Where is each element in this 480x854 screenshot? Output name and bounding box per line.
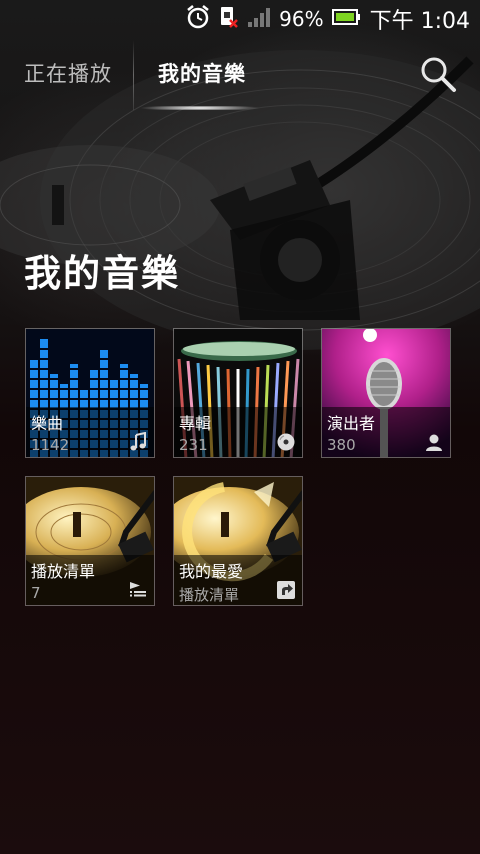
active-tab-indicator <box>140 106 260 110</box>
tile-count: 380 <box>327 436 356 454</box>
search-button[interactable] <box>418 54 458 94</box>
tile-title: 我的最愛 <box>179 562 244 581</box>
music-note-icon <box>130 432 146 451</box>
tab-bar: 正在播放 我的音樂 <box>0 38 480 110</box>
tile-count: 7 <box>31 584 41 602</box>
tab-my-music[interactable]: 我的音樂 <box>158 38 246 110</box>
tab-divider <box>133 40 134 110</box>
tab-now-playing[interactable]: 正在播放 <box>24 38 112 110</box>
tile-title: 播放清單 <box>31 562 96 581</box>
person-icon <box>426 434 442 451</box>
tile-songs[interactable]: 樂曲 1142 <box>25 328 155 458</box>
page-title: 我的音樂 <box>24 252 180 295</box>
tile-playlists[interactable]: 播放清單 7 <box>25 476 155 606</box>
tile-title: 樂曲 <box>31 414 64 433</box>
alarm-icon <box>185 4 211 35</box>
status-bar: 96% 下午 1:04 <box>0 0 480 38</box>
no-sim-icon <box>219 4 239 35</box>
tile-artists[interactable]: 演出者 380 <box>321 328 451 458</box>
shortcut-arrow-icon <box>277 581 295 599</box>
tile-albums[interactable]: 專輯 231 <box>173 328 303 458</box>
tile-title: 演出者 <box>327 414 376 433</box>
tile-favorites[interactable]: 我的最愛 播放清單 <box>173 476 303 606</box>
search-icon <box>421 57 456 92</box>
playlist-icon <box>130 582 146 597</box>
signal-icon <box>247 6 271 33</box>
battery-icon <box>331 7 362 32</box>
battery-percent: 96% <box>279 7 324 31</box>
clock: 下午 1:04 <box>369 9 470 34</box>
tile-count: 1142 <box>31 436 70 454</box>
disc-icon <box>277 433 295 451</box>
tile-subtitle: 播放清單 <box>179 586 240 604</box>
tile-count: 231 <box>179 436 208 454</box>
tile-title: 專輯 <box>179 414 212 433</box>
